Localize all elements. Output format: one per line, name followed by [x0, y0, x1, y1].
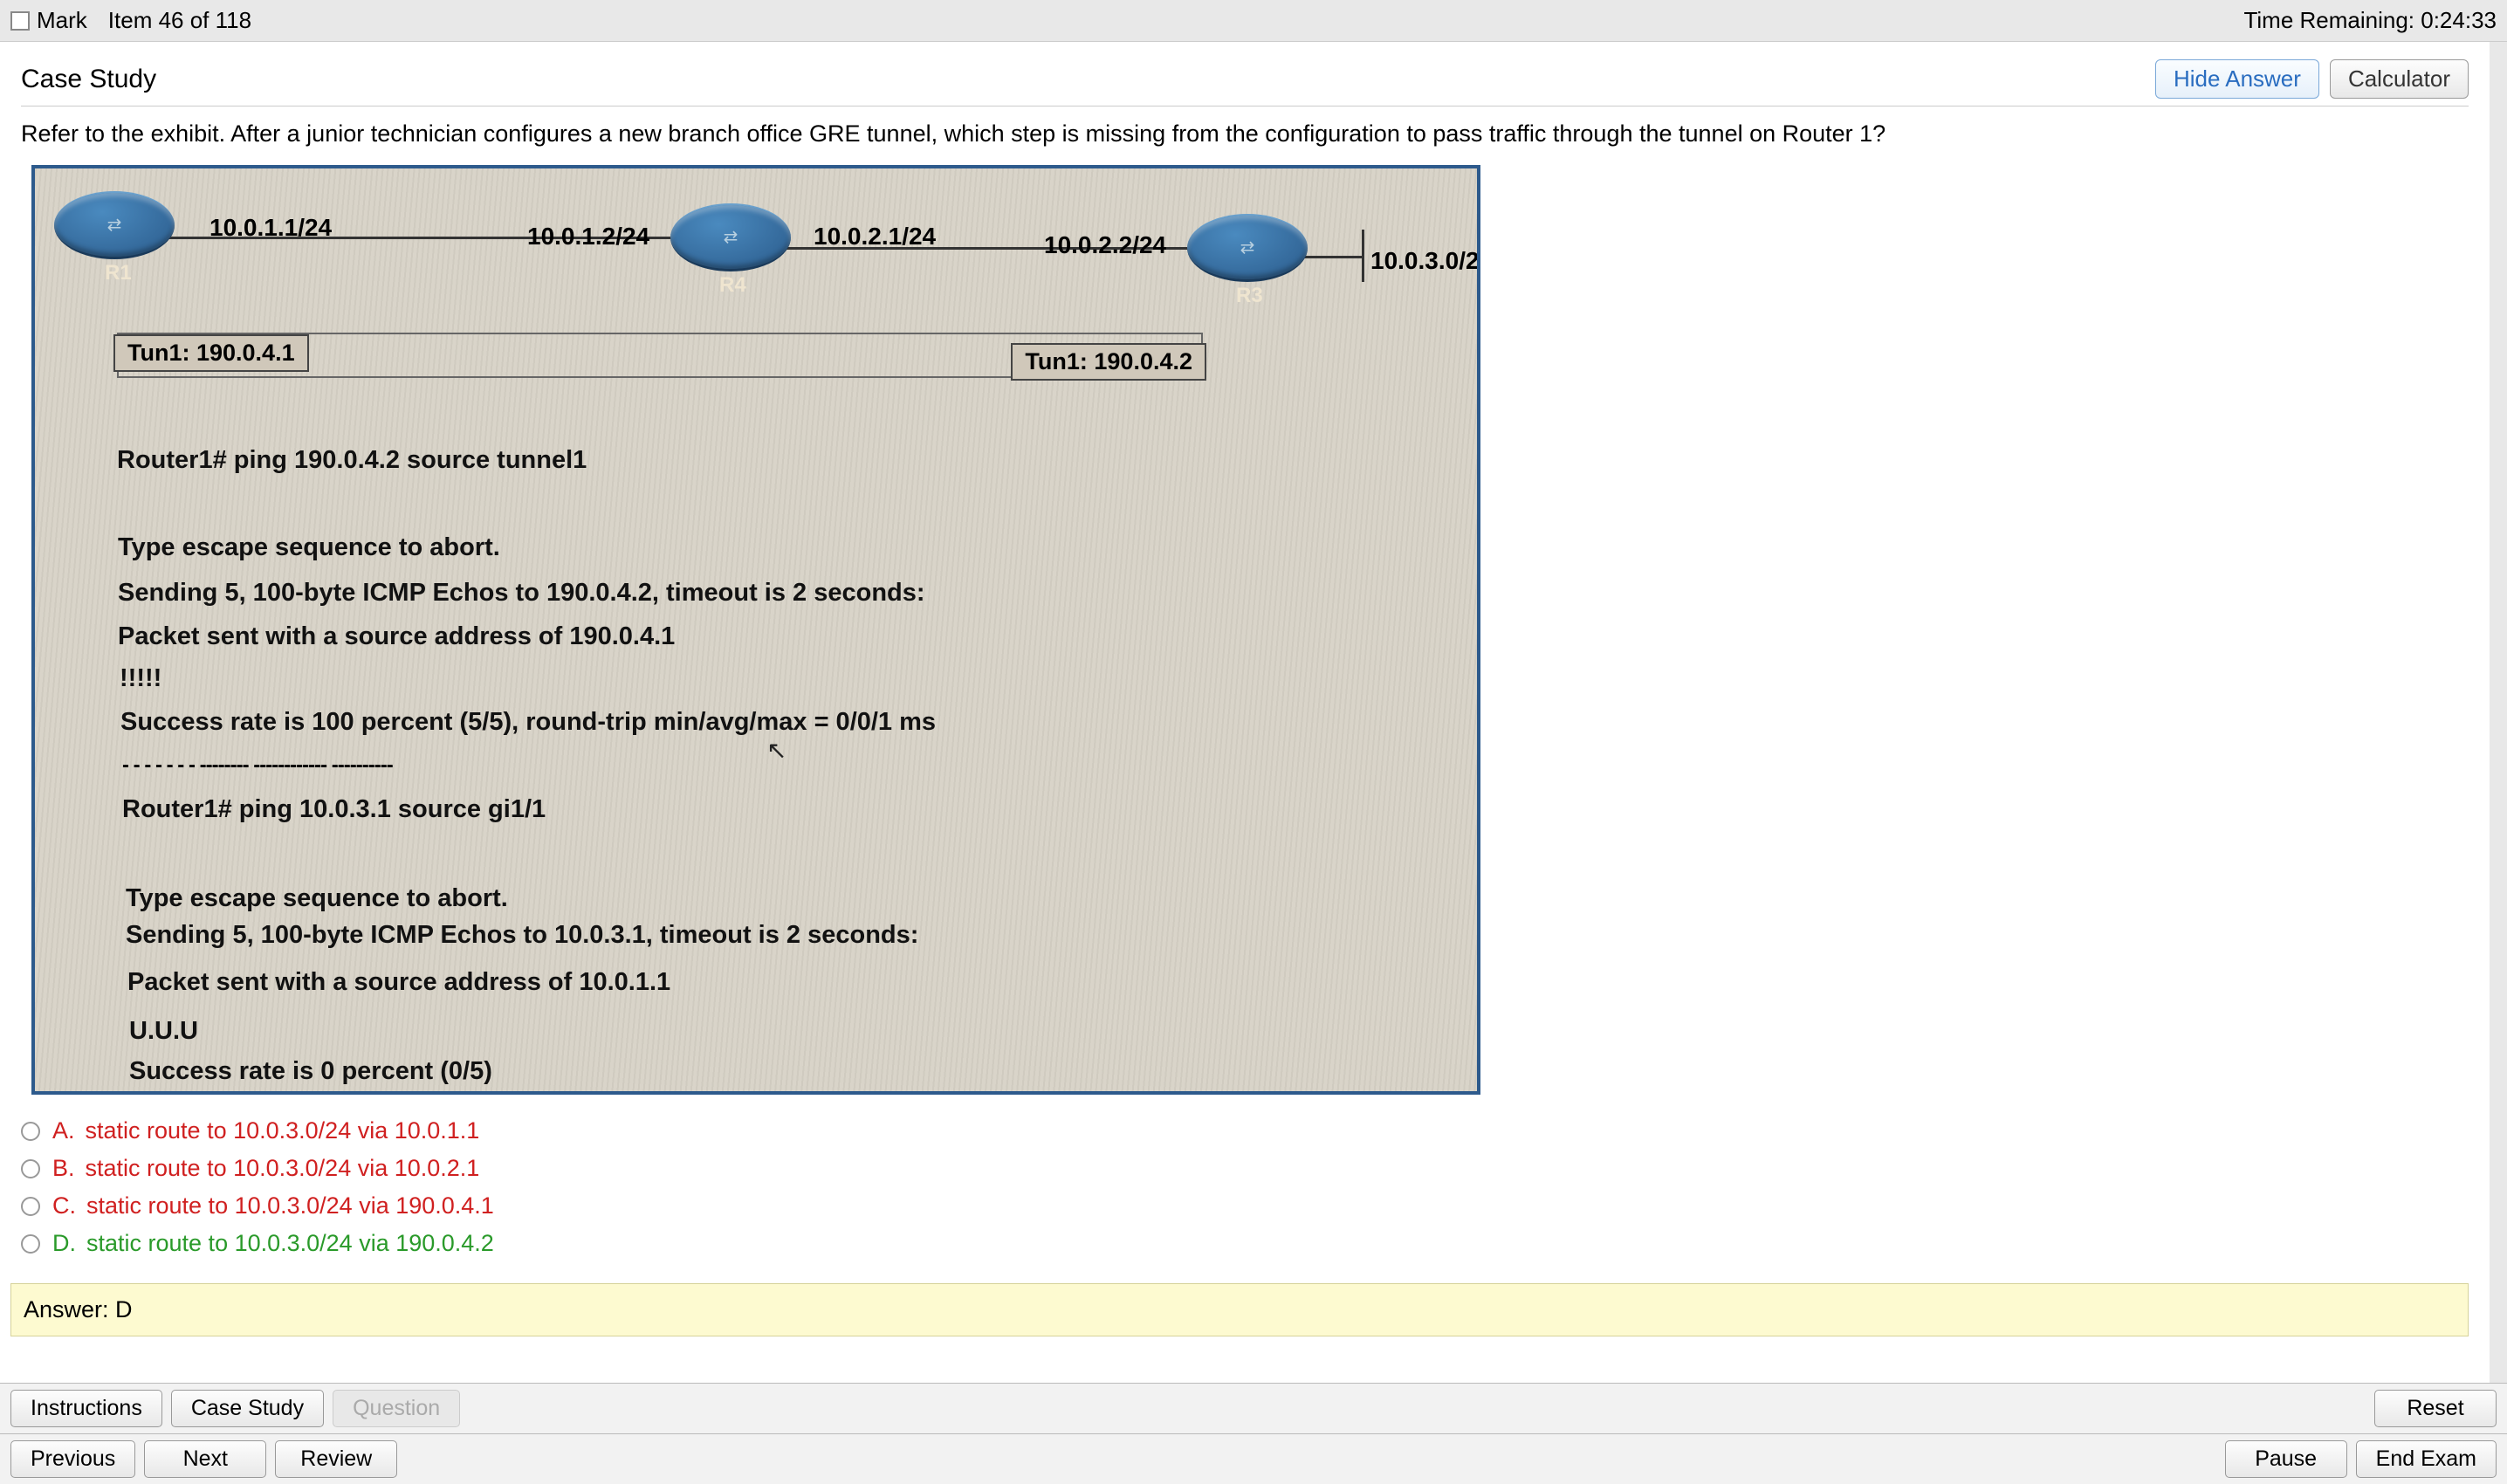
answer-text: static route to 10.0.3.0/24 via 190.0.4.…: [86, 1230, 494, 1257]
router-arrows-icon: ⇄: [670, 205, 791, 269]
time-remaining: Time Remaining: 0:24:33: [2243, 7, 2497, 34]
page-title: Case Study: [21, 65, 156, 94]
answer-letter: D.: [52, 1230, 76, 1257]
bottom-right-buttons-1: Reset: [2374, 1390, 2497, 1427]
topology-diagram: ⇄ R1 ⇄ R4 ⇄ R3 10.0.1.1/24 10.0.1.2/24 1…: [35, 168, 1477, 361]
end-exam-button[interactable]: End Exam: [2356, 1440, 2497, 1478]
answer-a[interactable]: A. static route to 10.0.3.0/24 via 10.0.…: [21, 1112, 2490, 1150]
ip-r1-right: 10.0.1.1/24: [209, 214, 332, 242]
term-line-2: Type escape sequence to abort.: [118, 533, 500, 562]
cursor-icon: ↖: [766, 736, 786, 765]
ip-r3-right: 10.0.3.0/24: [1370, 247, 1480, 275]
hide-answer-button[interactable]: Hide Answer: [2155, 59, 2319, 99]
answer-letter: B.: [52, 1155, 75, 1182]
term2-line-2: Type escape sequence to abort.: [126, 884, 508, 913]
lan-segment: [1362, 230, 1364, 282]
reset-button[interactable]: Reset: [2374, 1390, 2497, 1427]
instructions-button[interactable]: Instructions: [10, 1390, 162, 1427]
previous-button[interactable]: Previous: [10, 1440, 135, 1478]
mark-label: Mark: [37, 7, 87, 34]
term-line-0: Router1# ping 190.0.4.2 source tunnel1: [117, 446, 587, 475]
answer-choices: A. static route to 10.0.3.0/24 via 10.0.…: [0, 1095, 2490, 1271]
answer-d[interactable]: D. static route to 10.0.3.0/24 via 190.0…: [21, 1225, 2490, 1262]
top-bar-left: Mark Item 46 of 118: [10, 7, 251, 34]
header-row: Case Study Hide Answer Calculator: [0, 42, 2490, 106]
term2-line-4: Packet sent with a source address of 10.…: [127, 968, 670, 997]
radio-icon[interactable]: [21, 1197, 40, 1216]
router-r4-icon: ⇄: [670, 203, 791, 271]
router-r3-label: R3: [1236, 284, 1263, 308]
term-line-4: Packet sent with a source address of 190…: [118, 622, 675, 651]
tunnel-left-label: Tun1: 190.0.4.1: [113, 334, 309, 372]
content-area: Case Study Hide Answer Calculator Refer …: [0, 42, 2507, 1383]
question-text: Refer to the exhibit. After a junior tec…: [0, 106, 2490, 165]
mark-checkbox[interactable]: [10, 11, 30, 31]
term2-line-6: Success rate is 0 percent (0/5): [129, 1057, 492, 1086]
pause-button[interactable]: Pause: [2225, 1440, 2347, 1478]
answer-text: static route to 10.0.3.0/24 via 190.0.4.…: [86, 1192, 494, 1219]
router-r3-icon: ⇄: [1187, 214, 1308, 282]
term2-line-3: Sending 5, 100-byte ICMP Echos to 10.0.3…: [126, 921, 918, 950]
term-line-3: Sending 5, 100-byte ICMP Echos to 190.0.…: [118, 579, 925, 608]
answer-text: static route to 10.0.3.0/24 via 10.0.1.1: [86, 1117, 480, 1144]
answer-letter: A.: [52, 1117, 75, 1144]
exhibit-image: ⇄ R1 ⇄ R4 ⇄ R3 10.0.1.1/24 10.0.1.2/24 1…: [31, 165, 1480, 1095]
ip-r3-left: 10.0.2.2/24: [1044, 231, 1166, 259]
term2-line-0: Router1# ping 10.0.3.1 source gi1/1: [122, 795, 546, 824]
ip-r4-right: 10.0.2.1/24: [814, 223, 936, 251]
term2-line-5: U.U.U: [129, 1017, 198, 1046]
top-bar: Mark Item 46 of 118 Time Remaining: 0:24…: [0, 0, 2507, 42]
question-button: Question: [333, 1390, 460, 1427]
case-study-button[interactable]: Case Study: [171, 1390, 324, 1427]
ip-r4-left: 10.0.1.2/24: [527, 223, 649, 251]
router-r1-label: R1: [105, 261, 132, 285]
mark-group[interactable]: Mark: [10, 7, 87, 34]
term-line-5: !!!!!: [120, 664, 161, 693]
answer-b[interactable]: B. static route to 10.0.3.0/24 via 10.0.…: [21, 1150, 2490, 1187]
answer-box: Answer: D: [10, 1283, 2469, 1336]
answer-text: static route to 10.0.3.0/24 via 10.0.2.1: [86, 1155, 480, 1182]
router-arrows-icon: ⇄: [1187, 216, 1308, 279]
next-button[interactable]: Next: [144, 1440, 266, 1478]
bottom-left-buttons-1: Instructions Case Study Question: [10, 1390, 460, 1427]
tunnel-right-label: Tun1: 190.0.4.2: [1011, 343, 1206, 381]
router-arrows-icon: ⇄: [54, 193, 175, 257]
item-counter: Item 46 of 118: [108, 7, 251, 34]
review-button[interactable]: Review: [275, 1440, 397, 1478]
router-r4-label: R4: [719, 273, 746, 298]
header-buttons: Hide Answer Calculator: [2155, 59, 2469, 99]
answer-c[interactable]: C. static route to 10.0.3.0/24 via 190.0…: [21, 1187, 2490, 1225]
radio-icon[interactable]: [21, 1122, 40, 1141]
calculator-button[interactable]: Calculator: [2330, 59, 2469, 99]
link-r3-lan: [1304, 256, 1363, 258]
radio-icon[interactable]: [21, 1159, 40, 1178]
bottom-left-buttons-2: Previous Next Review: [10, 1440, 397, 1478]
bottom-right-buttons-2: Pause End Exam: [2225, 1440, 2497, 1478]
bottom-bar-1: Instructions Case Study Question Reset: [0, 1383, 2507, 1433]
answer-letter: C.: [52, 1192, 76, 1219]
bottom-bar-2: Previous Next Review Pause End Exam: [0, 1433, 2507, 1484]
radio-icon[interactable]: [21, 1234, 40, 1254]
term-line-6: Success rate is 100 percent (5/5), round…: [120, 708, 936, 737]
dashes: - - - - - - - -------- ------------ ----…: [122, 753, 393, 778]
router-r1-icon: ⇄: [54, 191, 175, 259]
tunnel-row: Tun1: 190.0.4.1 Tun1: 190.0.4.2: [117, 333, 1203, 378]
